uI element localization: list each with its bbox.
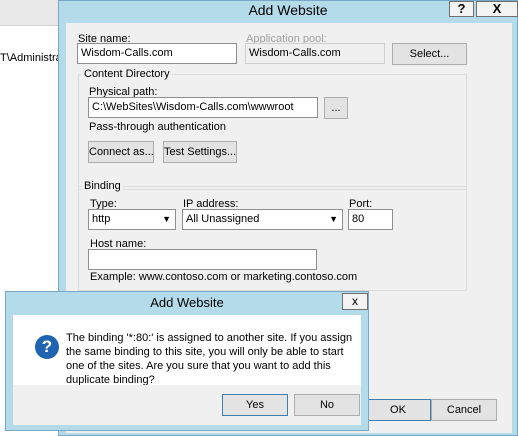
passthrough-label: Pass-through authentication	[89, 121, 226, 133]
connect-as-button[interactable]: Connect as...	[88, 141, 154, 163]
site-name-input[interactable]: Wisdom-Calls.com	[77, 43, 237, 64]
message-text: The binding '*:80:' is assigned to anoth…	[66, 332, 353, 386]
example-text: Example: www.contoso.com or marketing.co…	[90, 271, 358, 283]
ip-address-value: All Unassigned	[186, 213, 260, 225]
background-window-titlebar	[0, 0, 60, 26]
ok-button[interactable]: OK	[365, 399, 431, 421]
binding-type-select[interactable]: http ▼	[88, 209, 176, 230]
binding-type-value: http	[92, 213, 111, 225]
chevron-down-icon: ▼	[162, 214, 171, 224]
cancel-button[interactable]: Cancel	[431, 399, 497, 421]
ip-address-select[interactable]: All Unassigned ▼	[182, 209, 343, 230]
port-input[interactable]: 80	[348, 209, 393, 230]
question-icon: ?	[35, 335, 59, 359]
content-directory-title: Content Directory	[82, 68, 172, 80]
chevron-down-icon: ▼	[329, 214, 338, 224]
message-box-close-button[interactable]: x	[342, 293, 368, 310]
select-app-pool-button[interactable]: Select...	[392, 43, 467, 65]
yes-button[interactable]: Yes	[222, 394, 288, 416]
binding-title: Binding	[82, 180, 123, 192]
message-box-body: ? The binding '*:80:' is assigned to ano…	[13, 315, 361, 386]
message-box-title: Add Website	[150, 295, 224, 310]
test-settings-button[interactable]: Test Settings...	[163, 141, 237, 163]
no-button[interactable]: No	[294, 394, 360, 416]
physical-path-input[interactable]: C:\WebSites\Wisdom-Calls.com\wwwroot	[88, 97, 318, 118]
browse-button[interactable]: ...	[324, 97, 348, 119]
close-button[interactable]: X	[476, 1, 518, 17]
host-name-input[interactable]	[88, 249, 317, 270]
app-pool-field: Wisdom-Calls.com	[245, 43, 385, 64]
help-button[interactable]: ?	[449, 1, 474, 17]
duplicate-binding-message-box: Add Website x ? The binding '*:80:' is a…	[5, 291, 369, 431]
message-box-footer: Yes No	[13, 385, 361, 425]
